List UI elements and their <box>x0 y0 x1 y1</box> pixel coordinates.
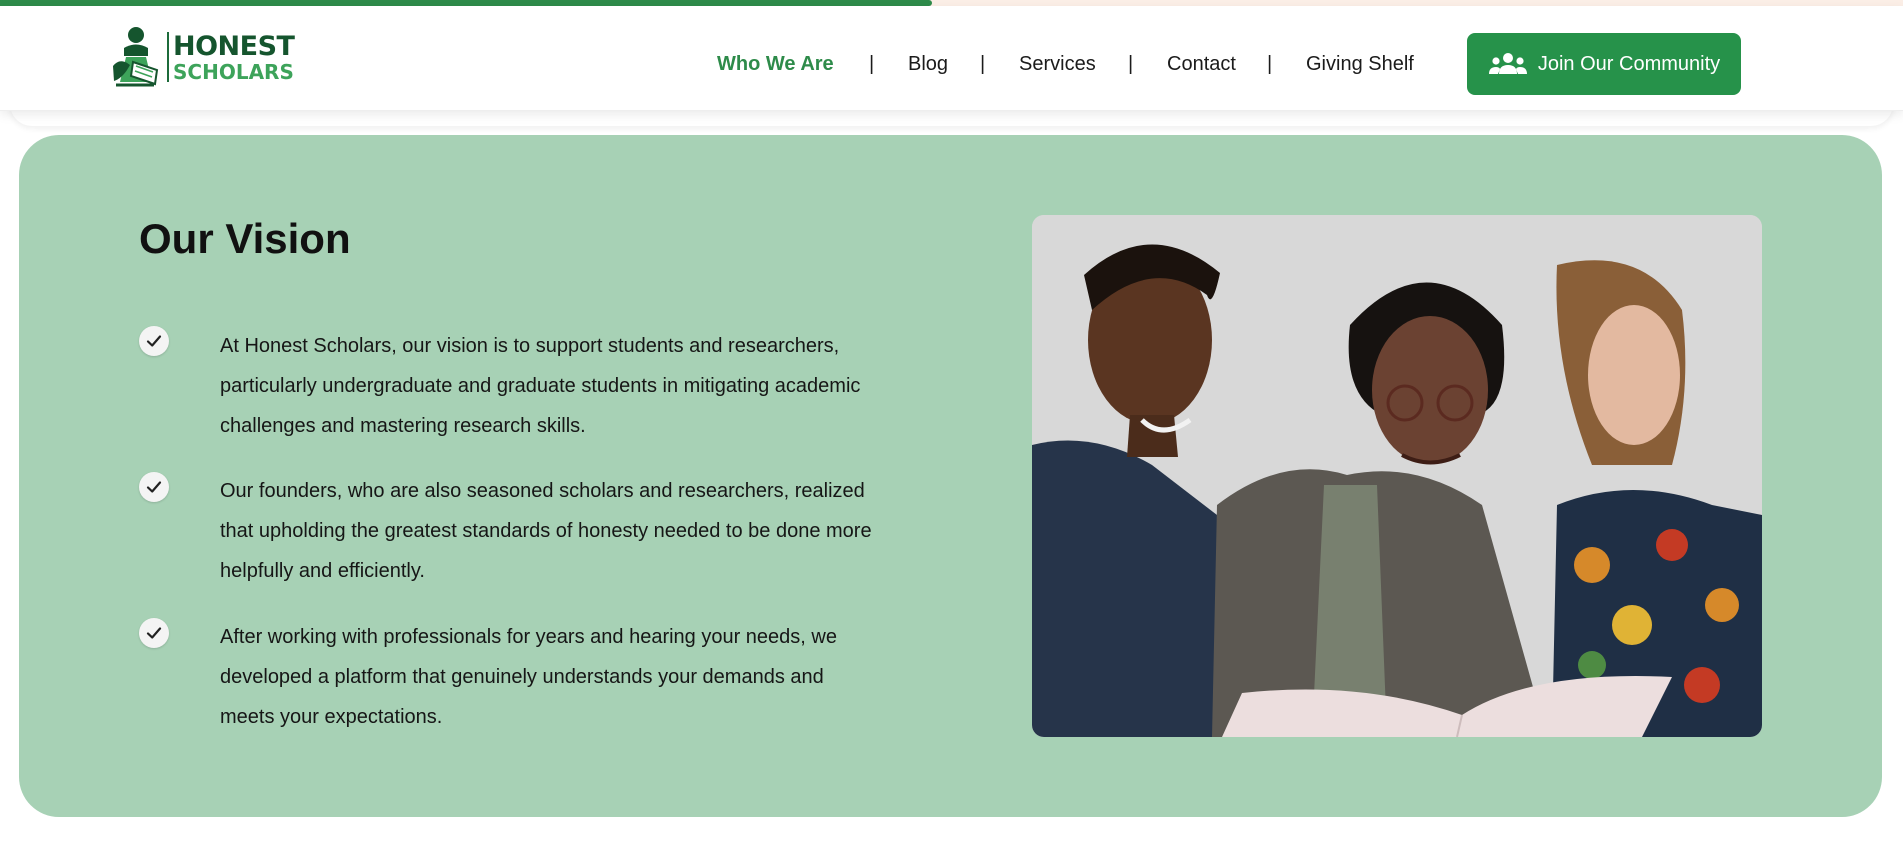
logo-scholar-icon <box>113 27 159 87</box>
nav-contact[interactable]: Contact <box>1167 52 1236 76</box>
vision-photo <box>1032 215 1762 737</box>
vision-point: Our founders, who are also seasoned scho… <box>220 480 872 582</box>
nav-separator: | <box>1267 53 1273 75</box>
join-community-label: Join Our Community <box>1537 52 1721 75</box>
people-reading-illustration <box>1032 215 1762 737</box>
vision-point: At Honest Scholars, our vision is to sup… <box>220 335 861 437</box>
logo-divider <box>167 32 169 82</box>
nav-giving-shelf[interactable]: Giving Shelf <box>1306 52 1414 76</box>
vision-point: After working with professionals for yea… <box>220 626 837 728</box>
logo[interactable]: HONEST SCHOLARS <box>110 26 300 88</box>
site-header: HONEST SCHOLARS Who We Are | Blog | Serv… <box>0 6 1903 111</box>
nav-separator: | <box>1128 53 1134 75</box>
nav-services[interactable]: Services <box>1019 52 1096 76</box>
check-icon <box>139 618 169 648</box>
users-icon <box>1488 53 1527 74</box>
check-icon <box>139 326 169 356</box>
logo-text-honest: HONEST <box>173 31 295 62</box>
vision-title: Our Vision <box>139 215 351 262</box>
logo-text-scholars: SCHOLARS <box>173 60 294 84</box>
nav-separator: | <box>869 53 875 75</box>
nav-who-we-are[interactable]: Who We Are <box>717 52 834 76</box>
nav-separator: | <box>980 53 986 75</box>
join-community-button[interactable]: Join Our Community <box>1467 33 1741 95</box>
nav-blog[interactable]: Blog <box>908 52 948 76</box>
check-icon <box>139 472 169 502</box>
